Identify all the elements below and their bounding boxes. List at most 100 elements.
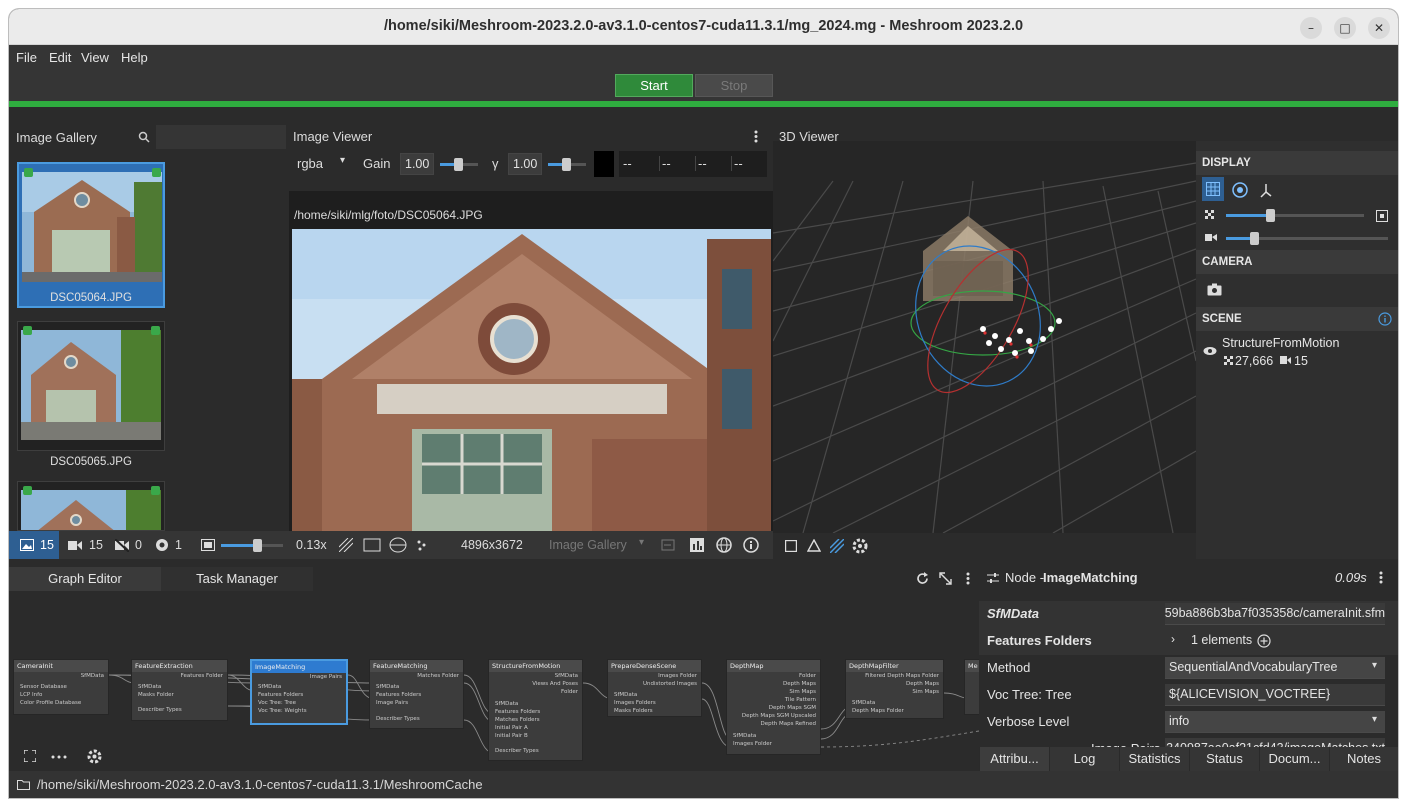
gallery-thumbnail[interactable] bbox=[17, 481, 165, 531]
graph-node-depthmap[interactable]: DepthMap Folder Depth Maps Sim Maps Tile… bbox=[726, 659, 821, 755]
stop-button[interactable]: Stop bbox=[695, 74, 773, 97]
tab-log[interactable]: Log bbox=[1049, 747, 1119, 771]
node-input: Voc Tree: Tree bbox=[258, 700, 296, 706]
image-viewer-footer: 0.13x 4896x3672 Image Gallery ▾ bbox=[289, 531, 773, 559]
graph-node-meshing[interactable]: Me bbox=[964, 659, 979, 715]
attribute-tabs: Attribu... Log Statistics Status Docum..… bbox=[979, 747, 1398, 771]
graph-settings-button[interactable] bbox=[85, 745, 115, 769]
tab-attributes[interactable]: Attribu... bbox=[979, 747, 1049, 771]
gear-icon[interactable] bbox=[852, 538, 868, 554]
folder-icon[interactable] bbox=[17, 779, 30, 790]
gallery-title: Image Gallery bbox=[16, 130, 97, 145]
camera-scale-slider[interactable] bbox=[1226, 232, 1388, 245]
camera-icon[interactable] bbox=[1207, 283, 1222, 296]
pixel-value-g: -- bbox=[659, 156, 671, 171]
frame-icon[interactable] bbox=[363, 538, 381, 552]
3d-viewer-footer bbox=[773, 533, 1196, 559]
point-size-slider[interactable] bbox=[1226, 209, 1364, 222]
maximize-button[interactable]: □ bbox=[1334, 17, 1356, 39]
video-camera-icon[interactable] bbox=[68, 540, 82, 551]
gallery-thumbnail[interactable]: DSC05064.JPG bbox=[17, 162, 165, 308]
axis-icon[interactable] bbox=[1259, 182, 1273, 198]
node-input: SfMData bbox=[495, 701, 519, 707]
gallery-search-input[interactable] bbox=[156, 125, 286, 149]
tab-status[interactable]: Status bbox=[1189, 747, 1259, 771]
aperture-icon[interactable] bbox=[155, 538, 169, 552]
images-filter-button[interactable]: 15 bbox=[9, 531, 59, 559]
scene-item-name[interactable]: StructureFromMotion bbox=[1222, 336, 1339, 350]
info-icon[interactable] bbox=[743, 537, 759, 553]
3d-viewer-header: 3D Viewer bbox=[773, 107, 1398, 144]
chevron-down-icon[interactable]: ▾ bbox=[1372, 660, 1377, 671]
3d-scene-canvas[interactable] bbox=[773, 141, 1196, 533]
graph-node-imagematching[interactable]: ImageMatching Image Pairs SfMData Featur… bbox=[250, 659, 348, 725]
panorama-icon[interactable] bbox=[389, 537, 407, 553]
node-input: Initial Pair B bbox=[495, 733, 528, 739]
graph-node-structurefrommotion[interactable]: StructureFromMotion SfMData Views And Po… bbox=[488, 659, 583, 761]
start-button[interactable]: Start bbox=[615, 74, 693, 97]
graph-node-camerainit[interactable]: CameraInit SfMData Sensor Database LCP I… bbox=[13, 659, 109, 715]
attribute-value-input[interactable]: 59ba886b3ba7f035358c/cameraInit.sfm bbox=[1165, 603, 1385, 625]
node-input: SfMData bbox=[376, 684, 400, 690]
info-icon[interactable] bbox=[1378, 312, 1392, 326]
gain-slider[interactable] bbox=[440, 158, 478, 171]
gain-input[interactable]: 1.00 bbox=[400, 153, 434, 175]
node-title: ImageMatching bbox=[252, 661, 346, 673]
more-vertical-icon[interactable] bbox=[754, 130, 758, 143]
node-input: Describer Types bbox=[495, 748, 539, 754]
grid-toggle-button[interactable] bbox=[1202, 177, 1224, 201]
minimize-button[interactable]: – bbox=[1300, 17, 1322, 39]
image-pairs-output[interactable]: 340987aa0af21cfd43/imageMatches.txt bbox=[1165, 738, 1385, 747]
node-title: DepthMapFilter bbox=[846, 660, 943, 672]
thumbnail-size-icon bbox=[201, 539, 215, 551]
chevron-down-icon[interactable]: ▾ bbox=[1372, 714, 1377, 725]
close-button[interactable]: ✕ bbox=[1368, 17, 1390, 39]
slider-handle[interactable] bbox=[253, 539, 262, 552]
gallery-thumbnail[interactable]: DSC05065.JPG bbox=[17, 321, 165, 468]
graph-node-depthmapfilter[interactable]: DepthMapFilter Filtered Depth Maps Folde… bbox=[845, 659, 944, 719]
attribute-key: Voc Tree: Tree bbox=[987, 687, 1072, 702]
histogram-icon[interactable] bbox=[690, 538, 704, 552]
voc-tree-input[interactable]: ${ALICEVISION_VOCTREE} bbox=[1165, 684, 1385, 706]
warning-icon[interactable] bbox=[807, 539, 821, 552]
graph-node-featurematching[interactable]: FeatureMatching Matches Folder SfMData F… bbox=[369, 659, 464, 729]
grid-hatch-icon[interactable] bbox=[830, 539, 844, 553]
node-output: SfMData bbox=[80, 673, 104, 679]
graph-node-featureextraction[interactable]: FeatureExtraction Features Folder SfMDat… bbox=[131, 659, 228, 721]
add-circle-icon[interactable] bbox=[1257, 634, 1271, 648]
image-canvas[interactable]: /home/siki/mlg/foto/DSC05064.JPG bbox=[289, 191, 773, 531]
features-icon[interactable] bbox=[416, 539, 428, 551]
no-camera-icon[interactable] bbox=[115, 539, 129, 552]
chevron-right-icon[interactable]: › bbox=[1171, 632, 1175, 646]
menu-file[interactable]: File bbox=[16, 50, 37, 65]
menu-edit[interactable]: Edit bbox=[49, 50, 71, 65]
more-vertical-icon[interactable] bbox=[1379, 571, 1383, 584]
menu-help[interactable]: Help bbox=[121, 50, 148, 65]
method-select[interactable]: SequentialAndVocabularyTree bbox=[1165, 657, 1385, 679]
channel-select[interactable]: rgba bbox=[297, 156, 323, 171]
hatch-icon[interactable] bbox=[339, 538, 353, 552]
thumbnail-size-slider[interactable] bbox=[221, 539, 283, 552]
fit-view-button[interactable] bbox=[17, 745, 47, 769]
graph-node-preparedensescene[interactable]: PrepareDenseScene Images Folder Undistor… bbox=[607, 659, 702, 717]
bounding-box-icon[interactable] bbox=[785, 540, 797, 552]
image-viewer-toolbar: rgba ▾ Gain 1.00 γ 1.00 -- -- -- -- bbox=[289, 147, 773, 181]
gamma-input[interactable]: 1.00 bbox=[508, 153, 542, 175]
eye-icon[interactable] bbox=[1203, 346, 1217, 356]
chevron-down-icon[interactable]: ▾ bbox=[340, 155, 345, 166]
globe-icon[interactable] bbox=[716, 537, 732, 553]
gamma-slider[interactable] bbox=[548, 158, 586, 171]
verbose-level-select[interactable]: info bbox=[1165, 711, 1385, 733]
viewer-source-select[interactable]: Image Gallery bbox=[549, 538, 627, 552]
tab-notes[interactable]: Notes bbox=[1329, 747, 1398, 771]
chevron-down-icon[interactable]: ▾ bbox=[639, 537, 644, 548]
import-icon[interactable] bbox=[661, 539, 675, 551]
search-icon bbox=[138, 131, 150, 143]
menu-view[interactable]: View bbox=[81, 50, 109, 65]
fixed-size-icon[interactable] bbox=[1376, 210, 1388, 222]
node-input: Describer Types bbox=[376, 716, 420, 722]
edges-style-button[interactable] bbox=[49, 745, 79, 769]
gizmo-icon[interactable] bbox=[1232, 182, 1248, 198]
tab-statistics[interactable]: Statistics bbox=[1119, 747, 1189, 771]
tab-documentation[interactable]: Docum... bbox=[1259, 747, 1329, 771]
